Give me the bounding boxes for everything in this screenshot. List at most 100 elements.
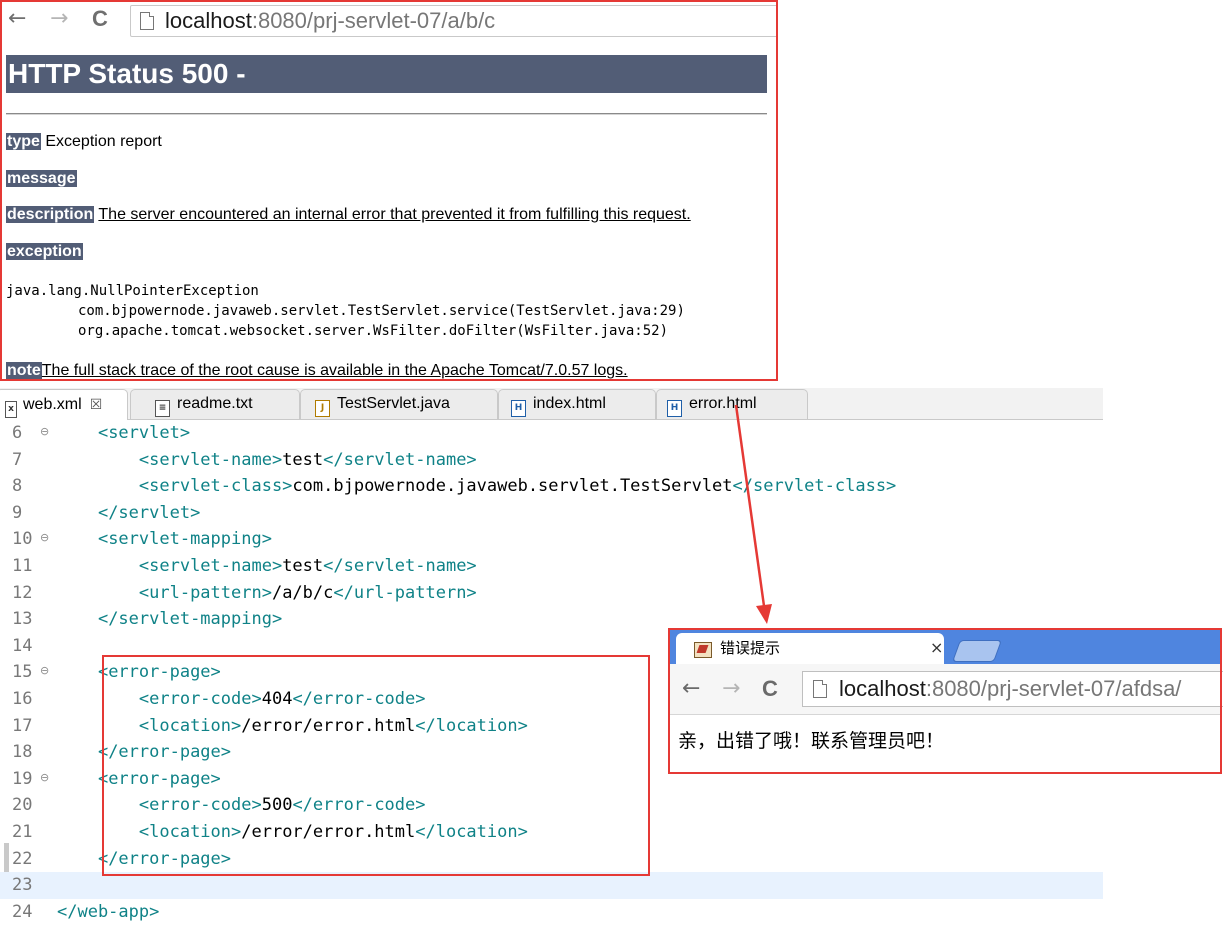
new-tab-button[interactable] — [951, 640, 1003, 662]
tab-readme-txt[interactable]: ≡ readme.txt — [130, 389, 300, 419]
tab-web-xml[interactable]: x web.xml ☒ — [0, 389, 128, 420]
xml-tag-open: <location> — [138, 822, 242, 842]
note-row: noteThe full stack trace of the root cau… — [6, 361, 628, 381]
xml-tag-open: <servlet> — [97, 423, 191, 443]
xml-tag-close: </servlet-class> — [732, 476, 897, 497]
close-icon[interactable]: × — [930, 638, 943, 658]
code-line[interactable]: 21 <location>/error/error.html</location… — [0, 819, 1103, 846]
line-number: 10 — [12, 529, 33, 550]
message-row: message — [6, 169, 77, 189]
xml-text: test — [282, 556, 324, 576]
line-number: 20 — [12, 795, 33, 816]
url-host: localhost — [839, 676, 926, 701]
code-line[interactable]: 9 </servlet> — [0, 500, 1103, 527]
tab-index-html[interactable]: Hindex.html — [498, 389, 656, 419]
fold-toggle-icon[interactable]: ⊖ — [40, 425, 49, 439]
stack-trace-line: com.bjpowernode.javaweb.servlet.TestServ… — [78, 303, 685, 319]
reload-icon[interactable]: C — [92, 6, 108, 32]
code-line[interactable]: 8 <servlet-class>com.bjpowernode.javaweb… — [0, 473, 1103, 500]
code-line[interactable]: 20 <error-code>500</error-code> — [0, 792, 1103, 819]
address-url[interactable]: localhost:8080/prj-servlet-07/a/b/c — [165, 7, 495, 34]
address-bar[interactable]: localhost:8080/prj-servlet-07/a/b/c — [130, 5, 778, 37]
forward-arrow-icon[interactable]: → — [50, 6, 68, 32]
code-text: <error-code>404</error-code> — [57, 686, 426, 713]
url-path: :8080/prj-servlet-07/a/b/c — [251, 8, 496, 33]
note-label: note — [6, 362, 42, 379]
code-text: </error-page> — [57, 846, 231, 873]
fold-toggle-icon[interactable]: ⊖ — [40, 664, 49, 678]
address-bar[interactable]: localhost:8080/prj-servlet-07/afdsa/ — [802, 671, 1223, 707]
line-number: 21 — [12, 822, 33, 842]
code-line[interactable]: 10 ⊖ <servlet-mapping> — [0, 526, 1103, 553]
browser-tab[interactable]: 错误提示 × — [676, 633, 944, 664]
stack-trace: java.lang.NullPointerException com.bjpow… — [6, 281, 685, 341]
code-text: <location>/error/error.html</location> — [57, 819, 528, 846]
code-line[interactable]: 24 </web-app> — [0, 899, 1103, 926]
xml-tag-open: <servlet-name> — [138, 556, 283, 576]
back-arrow-icon[interactable]: ← — [682, 676, 700, 702]
url-host: localhost — [165, 8, 252, 33]
code-text: </servlet> — [57, 500, 200, 527]
fold-toggle-icon[interactable]: ⊖ — [40, 771, 49, 785]
xml-tag-close: </servlet-name> — [323, 449, 477, 470]
tab-error-html[interactable]: Herror.html — [656, 389, 808, 419]
page-title: HTTP Status 500 - — [6, 55, 767, 93]
code-line[interactable]: 12 <url-pattern>/a/b/c</url-pattern> — [0, 580, 1103, 607]
xml-text: 404 — [261, 689, 293, 709]
xml-tag-close: </error-code> — [292, 795, 426, 816]
code-text: </error-page> — [57, 739, 231, 766]
forward-arrow-icon[interactable]: → — [722, 676, 740, 702]
line-number: 16 — [12, 689, 33, 709]
code-line[interactable]: 22 </error-page> — [0, 846, 1103, 873]
xml-tag-close: </url-pattern> — [333, 582, 477, 603]
code-line[interactable]: 11 <servlet-name>test</servlet-name> — [0, 553, 1103, 580]
tab-label: TestServlet.java — [337, 395, 450, 412]
code-line[interactable]: 6 ⊖ <servlet> — [0, 420, 1103, 447]
message-label: message — [6, 170, 77, 187]
xml-text: /a/b/c — [271, 582, 334, 603]
xml-tag-close: </location> — [415, 822, 528, 842]
java-file-icon: J — [315, 400, 330, 417]
xml-tag-open: <error-code> — [138, 795, 262, 816]
close-icon[interactable]: ☒ — [90, 396, 103, 412]
description-row: description The server encountered an in… — [6, 205, 691, 225]
tab-testservlet-java[interactable]: J TestServlet.java — [300, 389, 498, 419]
code-text: <error-page> — [57, 659, 221, 686]
code-text: <error-page> — [57, 766, 221, 793]
fold-toggle-icon[interactable]: ⊖ — [40, 531, 49, 545]
line-number: 14 — [12, 635, 33, 656]
line-number: 19 — [12, 768, 33, 789]
xml-tag-open: <location> — [138, 715, 242, 736]
exception-row: exception — [6, 242, 83, 262]
line-number: 6 — [12, 423, 23, 443]
xml-tag-open: </error-page> — [97, 742, 232, 763]
page-icon — [813, 680, 827, 698]
url-path: :8080/prj-servlet-07/afdsa/ — [925, 676, 1182, 701]
xml-text: /error/error.html — [241, 822, 416, 842]
code-line[interactable]: 7 <servlet-name>test</servlet-name> — [0, 447, 1103, 474]
editor-tabs: x web.xml ☒ ≡ readme.txt J TestServlet.java … — [0, 388, 1103, 420]
exception-label: exception — [6, 243, 83, 260]
code-text: <servlet-name>test</servlet-name> — [57, 447, 477, 474]
html-file-icon: H — [511, 400, 526, 417]
code-text: <servlet-name>test</servlet-name> — [57, 553, 477, 580]
address-url[interactable]: localhost:8080/prj-servlet-07/afdsa/ — [839, 675, 1181, 703]
xml-tag-open: <error-code> — [138, 689, 262, 709]
type-row: type Exception report — [6, 132, 162, 152]
reload-icon[interactable]: C — [762, 676, 778, 702]
divider — [6, 113, 767, 115]
error-message: 亲，出错了哦！联系管理员吧！ — [678, 730, 945, 752]
code-line[interactable]: 23 — [0, 872, 1103, 900]
line-number: 9 — [12, 502, 23, 523]
back-arrow-icon[interactable]: ← — [8, 6, 26, 32]
